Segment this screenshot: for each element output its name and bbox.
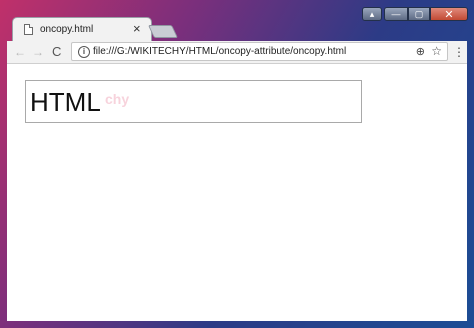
browser-tab[interactable]: oncopy.html × [12,17,152,42]
watermark-text: chy [105,91,130,107]
zoom-icon[interactable]: ⊕ [416,45,425,58]
maximize-button[interactable]: ▢ [408,7,430,21]
back-arrow-icon[interactable]: ← [14,44,26,60]
new-tab-button[interactable] [147,25,179,38]
page-icon [24,24,33,35]
browser-window: oncopy.html × ▴ — ▢ ✕ ← → C i file:///G:… [0,0,474,328]
title-bar: oncopy.html × ▴ — ▢ ✕ [0,0,474,42]
tab-title: oncopy.html [40,24,94,35]
browser-toolbar: ← → C i file:///G:/WIKITECHY/HTML/oncopy… [7,41,467,64]
address-bar[interactable]: i file:///G:/WIKITECHY/HTML/oncopy-attri… [71,42,448,61]
text-input[interactable]: HTML chy [25,80,362,123]
close-window-button[interactable]: ✕ [430,7,468,21]
window-controls: ▴ — ▢ ✕ [362,7,468,21]
window-frame-bottom [0,321,474,328]
menu-kebab-icon[interactable]: ⋮ [453,44,465,60]
user-profile-button[interactable]: ▴ [362,7,382,21]
page-content: HTML chy [7,64,467,321]
forward-arrow-icon[interactable]: → [32,44,44,60]
minimize-button[interactable]: — [384,7,408,21]
url-text[interactable]: file:///G:/WIKITECHY/HTML/oncopy-attribu… [93,46,346,57]
reload-icon[interactable]: C [52,44,61,60]
tab-close-icon[interactable]: × [133,21,141,37]
input-value[interactable]: HTML [30,87,101,118]
info-icon[interactable]: i [78,46,90,58]
bookmark-star-icon[interactable]: ☆ [431,44,442,58]
